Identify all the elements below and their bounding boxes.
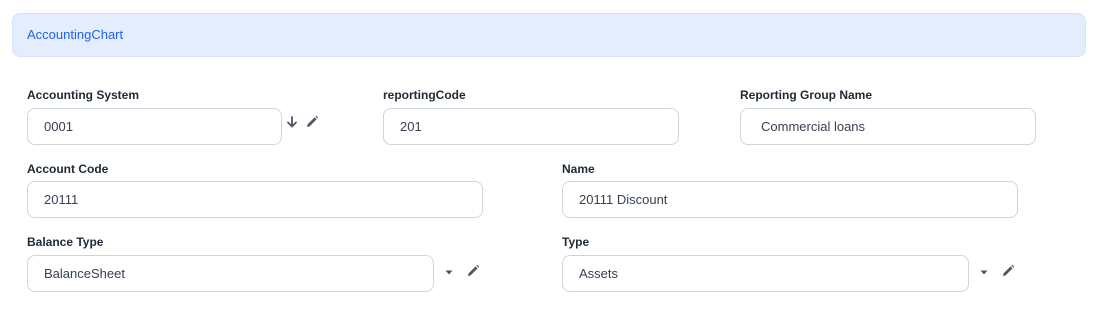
- balance-type-select[interactable]: BalanceSheet: [27, 255, 434, 292]
- balance-type-value: BalanceSheet: [44, 266, 125, 281]
- reporting-group-name-field[interactable]: Commercial loans: [740, 108, 1036, 145]
- header-bar: AccountingChart: [12, 13, 1086, 57]
- account-code-value: 20111: [44, 192, 79, 207]
- account-code-field[interactable]: 20111: [27, 181, 483, 218]
- name-value: 20111 Discount: [579, 192, 668, 207]
- accounting-system-field[interactable]: 0001: [27, 108, 282, 145]
- type-caret-down-icon[interactable]: [976, 264, 992, 280]
- arrow-down-icon[interactable]: [284, 114, 300, 130]
- account-code-label: Account Code: [27, 162, 109, 176]
- balance-type-pencil-icon[interactable]: [465, 263, 481, 279]
- name-field[interactable]: 20111 Discount: [562, 181, 1018, 218]
- reporting-code-value: 201: [400, 119, 422, 134]
- type-value: Assets: [579, 266, 619, 281]
- pencil-icon[interactable]: [304, 114, 320, 130]
- type-select[interactable]: Assets: [562, 255, 969, 292]
- accounting-system-value: 0001: [44, 119, 73, 134]
- reporting-code-field[interactable]: 201: [383, 108, 679, 145]
- type-label: Type: [562, 235, 590, 249]
- reporting-code-label: reportingCode: [383, 88, 466, 102]
- name-label: Name: [562, 162, 595, 176]
- page-title: AccountingChart: [27, 27, 124, 42]
- balance-type-caret-down-icon[interactable]: [441, 264, 457, 280]
- type-pencil-icon[interactable]: [1000, 263, 1016, 279]
- reporting-group-name-label: Reporting Group Name: [740, 88, 873, 102]
- balance-type-label: Balance Type: [27, 235, 104, 249]
- accounting-system-label: Accounting System: [27, 88, 140, 102]
- reporting-group-name-value: Commercial loans: [761, 119, 866, 134]
